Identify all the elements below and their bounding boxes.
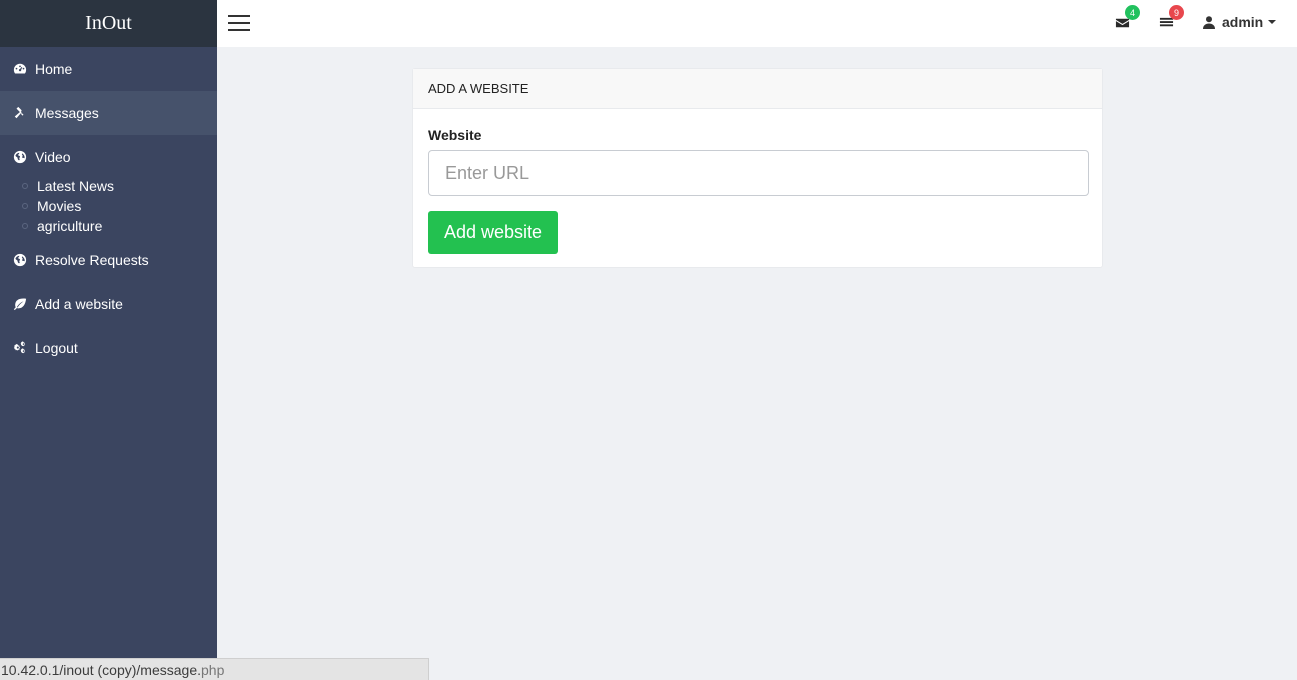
website-url-input[interactable] (428, 150, 1089, 196)
bullet-icon (22, 223, 28, 229)
sidebar-item-label: Home (35, 61, 73, 77)
brand-logo[interactable]: InOut (0, 0, 217, 47)
sidebar-item-label: Add a website (35, 296, 123, 312)
website-field-label: Website (428, 127, 482, 143)
sidebar-item-label: Messages (35, 105, 99, 121)
leaf-icon (12, 296, 28, 312)
sidebar-item-messages[interactable]: Messages (0, 91, 217, 135)
top-navbar: 4 9 admin (217, 0, 1297, 47)
hamburger-icon[interactable] (228, 15, 250, 31)
status-url-ext: php (201, 661, 225, 678)
bullet-icon (22, 183, 28, 189)
submenu-item-movies[interactable]: Movies (22, 196, 217, 216)
bullet-icon (22, 203, 28, 209)
sidebar-item-label: Resolve Requests (35, 252, 149, 268)
messages-dropdown[interactable]: 4 (1115, 5, 1140, 31)
user-name: admin (1222, 14, 1264, 30)
video-submenu: Latest News Movies agriculture (0, 176, 217, 238)
panel-title: ADD A WEBSITE (413, 69, 1102, 109)
messages-badge: 4 (1125, 5, 1140, 20)
submenu-item-agriculture[interactable]: agriculture (22, 216, 217, 236)
status-url: 10.42.0.1/inout (copy)/message. (1, 661, 202, 678)
sidebar-item-video[interactable]: Video (0, 135, 217, 179)
browser-status-bar: 10.42.0.1/inout (copy)/message. php (0, 658, 429, 680)
globe-icon (12, 149, 28, 165)
sidebar-item-home[interactable]: Home (0, 47, 217, 91)
tasks-badge: 9 (1169, 5, 1184, 20)
sidebar-item-add-website[interactable]: Add a website (0, 282, 217, 326)
sidebar-item-label: Video (35, 149, 71, 165)
user-icon (1203, 15, 1215, 29)
sidebar: InOut Home Messages Video Latest News Mo… (0, 0, 217, 680)
sidebar-item-resolve-requests[interactable]: Resolve Requests (0, 238, 217, 282)
tasks-dropdown[interactable]: 9 (1159, 5, 1184, 31)
add-website-panel: ADD A WEBSITE Website Add website (412, 68, 1103, 268)
add-website-button[interactable]: Add website (428, 211, 558, 254)
user-menu[interactable]: admin (1203, 14, 1277, 30)
sidebar-item-logout[interactable]: Logout (0, 326, 217, 370)
dashboard-icon (12, 61, 28, 77)
gavel-icon (12, 105, 28, 121)
globe-icon (12, 252, 28, 268)
caret-down-icon (1268, 20, 1277, 24)
gears-icon (12, 340, 28, 356)
submenu-item-latest-news[interactable]: Latest News (22, 176, 217, 196)
sidebar-item-label: Logout (35, 340, 78, 356)
